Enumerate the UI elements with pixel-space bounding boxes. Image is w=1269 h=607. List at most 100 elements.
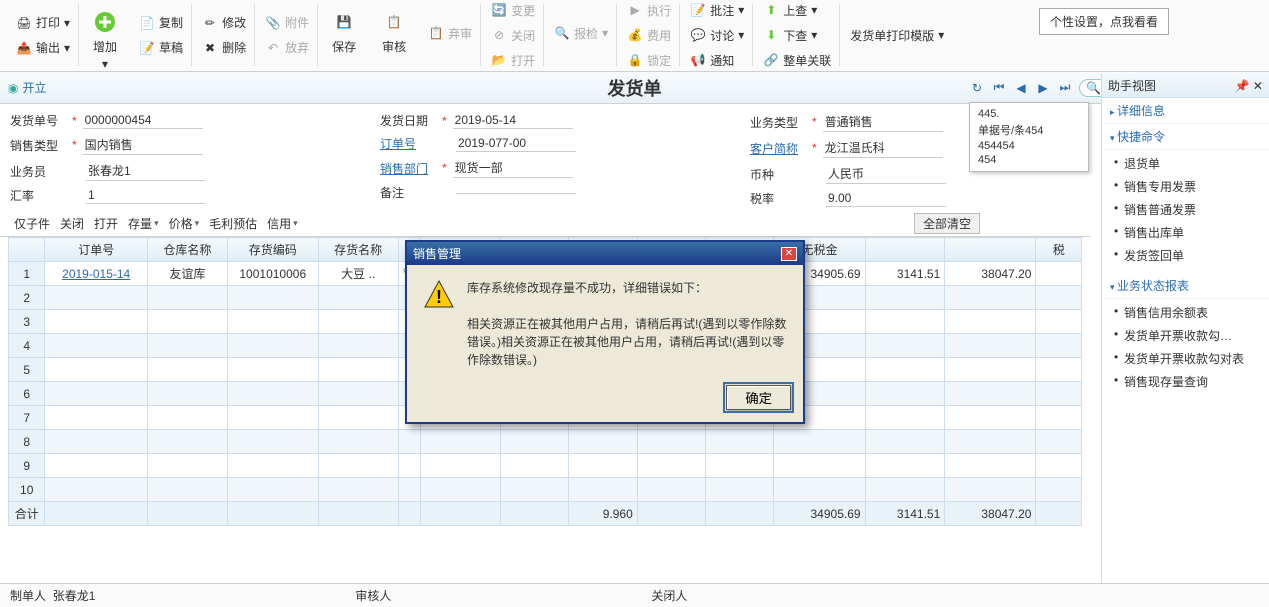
field-value[interactable]: 国内销售 [83, 135, 203, 155]
field-label[interactable]: 销售部门 [380, 160, 436, 177]
field-value[interactable]: 2019-077-00 [456, 135, 576, 152]
status-icon: ◉ [8, 81, 18, 95]
field-label: 业务员 [10, 163, 66, 180]
credit-menu[interactable]: 信用 [267, 215, 298, 232]
nav-next[interactable]: ▶ [1035, 80, 1051, 96]
form-row: 汇率1 [10, 187, 340, 204]
up-search-button[interactable]: ⬆上查 ▾ [759, 0, 835, 21]
notify-button[interactable]: 📢通知 [686, 50, 748, 71]
deaudit-button: 📋弃审 [424, 23, 476, 44]
field-label: 销售类型 [10, 137, 66, 154]
form-row: 订单号 2019-077-00 [380, 135, 710, 152]
field-value[interactable]: 1 [86, 187, 206, 204]
field-value[interactable]: 龙江温氏科 [823, 138, 943, 158]
table-row[interactable]: 8 [9, 430, 1082, 454]
draft-button[interactable]: 📝草稿 [135, 37, 187, 58]
panel-link[interactable]: 发货单开票收款勾对表 [1102, 347, 1269, 370]
draft-icon: 📝 [139, 40, 155, 56]
gross-button[interactable]: 毛利预估 [209, 215, 257, 232]
field-label[interactable]: 客户简称 [750, 140, 806, 157]
panel-link[interactable]: 销售现存量查询 [1102, 370, 1269, 393]
nav-prev[interactable]: ◀ [1013, 80, 1029, 96]
search-icon: 🔍 [1086, 81, 1101, 95]
column-header[interactable]: 税 [1036, 238, 1082, 262]
table-row[interactable]: 9 [9, 454, 1082, 478]
output-button[interactable]: 📤输出 ▾ [12, 37, 74, 58]
maker-label: 制单人 [10, 589, 46, 603]
panel-link[interactable]: 销售信用余额表 [1102, 301, 1269, 324]
field-label[interactable]: 订单号 [380, 135, 436, 152]
column-header[interactable] [945, 238, 1036, 262]
nav-last[interactable]: ⏭ [1057, 80, 1073, 96]
pin-icon[interactable]: 📌 ✕ [1235, 79, 1263, 93]
column-header[interactable] [9, 238, 45, 262]
page-title: 发货单 [608, 75, 662, 101]
main-toolbar: 🖨打印 ▾ 📤输出 ▾ 增加▾ 📄复制 📝草稿 ✏修改 ✖删除 📎附件 ↶放弃 … [0, 0, 1269, 72]
up-icon: ⬆ [763, 2, 779, 18]
panel-link[interactable]: 销售专用发票 [1102, 175, 1269, 198]
nav-first[interactable]: ⏮ [991, 80, 1007, 96]
copy-icon: 📄 [139, 15, 155, 31]
cost-button: 💰费用 [623, 25, 675, 46]
lock-button: 🔒锁定 [623, 50, 675, 71]
audit-button[interactable]: 📋审核 [370, 4, 418, 59]
save-icon: 💾 [330, 8, 358, 36]
column-header[interactable]: 存货编码 [227, 238, 318, 262]
document-titlebar: ◉ 开立 发货单 ↻ ⏮ ◀ ▶ ⏭ 🔍 ✖ 高级 ▦ 445. 单据号/条45… [0, 72, 1269, 104]
price-menu[interactable]: 价格 [169, 215, 200, 232]
nav-refresh[interactable]: ↻ [969, 80, 985, 96]
field-value[interactable] [456, 191, 576, 194]
delete-button[interactable]: ✖删除 [198, 37, 250, 58]
column-header[interactable]: 存货名称 [318, 238, 398, 262]
panel-link[interactable]: 退货单 [1102, 152, 1269, 175]
clear-all-button[interactable]: 全部清空 [914, 213, 980, 234]
attach-button: 📎附件 [261, 12, 313, 33]
field-value[interactable]: 2019-05-14 [453, 112, 573, 129]
row-close-button[interactable]: 关闭 [60, 215, 84, 232]
report-icon: 🔍 [554, 25, 570, 41]
footer-bar: 制单人 张春龙1 审核人 关闭人 [0, 583, 1269, 607]
column-header[interactable]: 订单号 [45, 238, 148, 262]
dialog-close-button[interactable]: ✕ [781, 247, 797, 261]
row-open-button[interactable]: 打开 [94, 215, 118, 232]
field-label: 税率 [750, 190, 806, 207]
add-button[interactable]: 增加▾ [81, 4, 129, 75]
dialog-ok-button[interactable]: 确定 [726, 385, 791, 410]
column-header[interactable]: 仓库名称 [147, 238, 227, 262]
print-template-select[interactable]: 发货单打印模版 ▾ [846, 25, 948, 46]
field-value[interactable]: 现货一部 [453, 158, 573, 178]
copy-button[interactable]: 📄复制 [135, 12, 187, 33]
pencil-icon: ✏ [202, 15, 218, 31]
panel-link[interactable]: 发货单开票收款勾… [1102, 324, 1269, 347]
panel-link[interactable]: 发货签回单 [1102, 244, 1269, 267]
exec-icon: ▶ [627, 2, 643, 18]
print-button[interactable]: 🖨打印 ▾ [12, 12, 74, 33]
personalize-tip[interactable]: 个性设置，点我看看 [1039, 8, 1169, 35]
field-value[interactable]: 普通销售 [823, 112, 943, 132]
panel-link[interactable]: 销售出库单 [1102, 221, 1269, 244]
discuss-button[interactable]: 💬讨论 ▾ [686, 25, 748, 46]
assoc-button[interactable]: 🔗整单关联 [759, 50, 835, 71]
stock-menu[interactable]: 存量 [128, 215, 159, 232]
giveup-button: ↶放弃 [261, 37, 313, 58]
panel-link[interactable]: 销售普通发票 [1102, 198, 1269, 221]
rp-report-section[interactable]: 业务状态报表 [1102, 273, 1269, 299]
audit-icon: 📋 [380, 8, 408, 36]
field-value[interactable]: 张春龙1 [86, 161, 206, 181]
field-value[interactable]: 人民币 [826, 164, 946, 184]
field-value[interactable]: 9.00 [826, 190, 946, 207]
only-child-toggle[interactable]: 仅子件 [14, 215, 50, 232]
search-suggestions[interactable]: 445. 单据号/条454 454454 454 [969, 102, 1089, 172]
approve-button[interactable]: 📝批注 ▾ [686, 0, 748, 21]
rp-quick-section[interactable]: 快捷命令 [1102, 124, 1269, 150]
helper-title: 助手视图 [1108, 77, 1156, 94]
note-icon: 📝 [690, 2, 706, 18]
table-row[interactable]: 10 [9, 478, 1082, 502]
field-value[interactable]: 0000000454 [83, 112, 203, 129]
rp-detail-section[interactable]: 详细信息 [1102, 98, 1269, 124]
column-header[interactable] [865, 238, 945, 262]
dialog-title: 销售管理 [413, 245, 461, 262]
modify-button[interactable]: ✏修改 [198, 12, 250, 33]
down-icon: ⬇ [763, 27, 779, 43]
down-search-button[interactable]: ⬇下查 ▾ [759, 25, 835, 46]
